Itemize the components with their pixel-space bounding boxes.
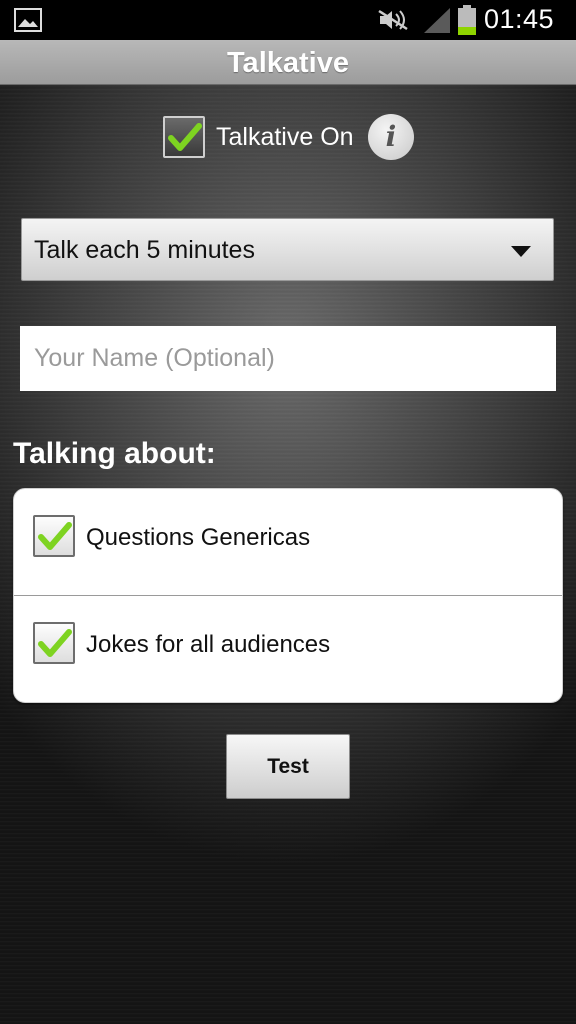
talkative-on-label[interactable]: Talkative On: [216, 123, 354, 152]
signal-icon: [424, 8, 450, 33]
checkmark-icon: [38, 522, 72, 550]
app-title: Talkative: [0, 40, 576, 85]
list-item[interactable]: Questions Genericas: [14, 489, 562, 596]
clock: 01:45: [484, 4, 555, 34]
status-bar: 01:45: [0, 0, 576, 40]
name-input[interactable]: [20, 326, 556, 391]
interval-dropdown[interactable]: Talk each 5 minutes: [21, 218, 554, 281]
list-item[interactable]: Jokes for all audiences: [14, 596, 562, 702]
test-button[interactable]: Test: [226, 734, 350, 799]
topic-checkbox-jokes[interactable]: [33, 622, 75, 664]
battery-icon: [458, 5, 476, 35]
info-icon[interactable]: i: [368, 114, 414, 160]
mute-icon: [378, 9, 408, 31]
checkmark-icon: [38, 629, 72, 657]
talkative-on-checkbox[interactable]: [163, 116, 205, 158]
dropdown-arrow-icon: [511, 246, 531, 257]
topics-heading: Talking about:: [13, 437, 216, 470]
topic-label: Jokes for all audiences: [86, 631, 331, 658]
gallery-notification-icon: [14, 8, 42, 32]
interval-selected-value: Talk each 5 minutes: [34, 236, 255, 264]
checkmark-icon: [168, 123, 202, 151]
topic-checkbox-questions[interactable]: [33, 515, 75, 557]
topics-list: Questions Genericas Jokes for all audien…: [13, 488, 563, 703]
topic-label: Questions Genericas: [86, 524, 311, 551]
